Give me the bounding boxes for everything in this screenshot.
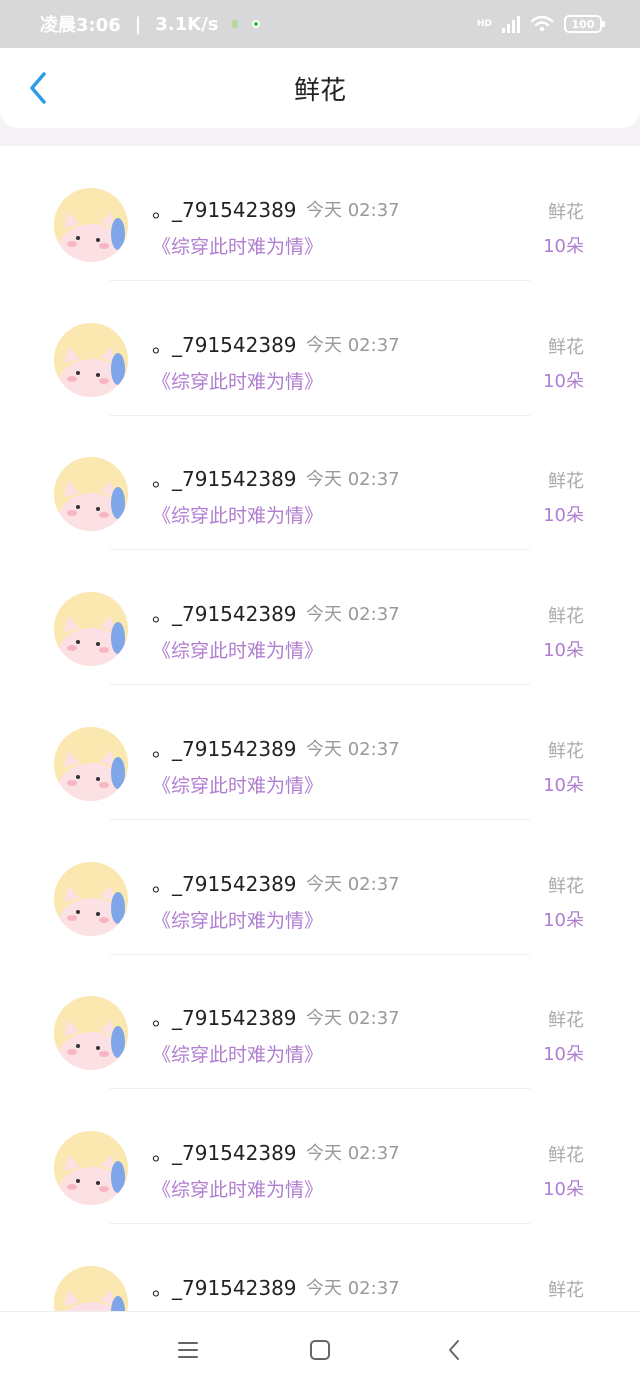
username: 。_791542389 [152, 1006, 297, 1031]
cat-avatar-icon [54, 322, 128, 397]
header: 鲜花 [0, 48, 640, 128]
username: 。_791542389 [152, 736, 297, 761]
username: 。_791542389 [152, 467, 297, 492]
cat-avatar-icon [54, 592, 128, 667]
home-button[interactable] [304, 1334, 336, 1366]
book-title-link[interactable]: 《综穿此时难为情》 [152, 1040, 323, 1067]
timestamp: 今天 02:37 [306, 1008, 400, 1030]
gift-type: 鲜花 [548, 606, 584, 628]
avatar[interactable] [54, 726, 128, 801]
gift-count: 10朵 [543, 236, 584, 257]
gift-record-list[interactable]: 。_791542389 今天 02:37 《综穿此时难为情》 鲜花 10朵 。_… [0, 146, 640, 1311]
timestamp: 今天 02:37 [306, 738, 400, 760]
gift-count: 10朵 [543, 505, 584, 527]
username: 。_791542389 [152, 198, 297, 222]
list-item[interactable]: 。_791542389 今天 02:37 《综穿此时难为情》 鲜花 10朵 [0, 281, 640, 416]
avatar[interactable] [54, 592, 128, 667]
avatar[interactable] [54, 322, 128, 397]
gift-type: 鲜花 [548, 471, 584, 493]
gift-count: 10朵 [543, 370, 584, 392]
cat-avatar-icon [54, 1130, 128, 1205]
status-separator: | [134, 13, 142, 35]
menu-button[interactable] [172, 1334, 204, 1366]
shield-icon [232, 20, 239, 28]
battery-icon: 100 [564, 15, 605, 33]
status-left: 凌晨3:06 | 3.1K/s [40, 11, 261, 37]
username: 。_791542389 [152, 1275, 297, 1300]
timestamp: 今天 02:37 [306, 1277, 400, 1299]
timestamp: 今天 02:37 [306, 200, 400, 221]
cat-avatar-icon [54, 726, 128, 801]
status-bar: 凌晨3:06 | 3.1K/s HD 100 [0, 0, 640, 48]
recording-dot-icon [252, 20, 261, 28]
timestamp: 今天 02:37 [306, 1142, 400, 1164]
menu-icon [178, 1342, 198, 1358]
book-title-link[interactable]: 《综穿此时难为情》 [152, 501, 323, 528]
cat-avatar-icon [54, 1265, 128, 1311]
gift-type: 鲜花 [548, 202, 584, 223]
timestamp: 今天 02:37 [306, 604, 400, 626]
gift-count: 10朵 [543, 909, 584, 931]
back-icon [449, 1340, 459, 1360]
signal-icon [502, 15, 520, 33]
wifi-icon [530, 15, 554, 32]
book-title-link[interactable]: 《综穿此时难为情》 [152, 636, 323, 663]
gift-type: 鲜花 [548, 336, 584, 358]
status-time: 凌晨3:06 [40, 15, 121, 36]
home-icon [310, 1340, 330, 1360]
timestamp: 今天 02:37 [306, 469, 400, 491]
list-item[interactable]: 。_791542389 今天 02:37 《综穿此时难为情》 鲜花 10朵 [0, 550, 640, 686]
timestamp: 今天 02:37 [306, 873, 400, 895]
cat-avatar-icon [54, 457, 128, 532]
back-button[interactable] [18, 68, 58, 108]
network-type: HD [476, 19, 492, 29]
gift-type: 鲜花 [548, 1010, 584, 1032]
gift-type: 鲜花 [548, 1144, 584, 1166]
list-item[interactable]: 。_791542389 今天 02:37 《综穿此时难为情》 鲜花 10朵 [0, 685, 640, 820]
chevron-left-icon [30, 72, 46, 104]
book-title-link[interactable]: 《综穿此时难为情》 [152, 367, 323, 394]
username: 。_791542389 [152, 602, 297, 627]
cat-avatar-icon [54, 996, 128, 1071]
list-item[interactable]: 。_791542389 今天 02:37 鲜花 [0, 1224, 640, 1311]
cat-avatar-icon [54, 188, 128, 262]
gift-count: 10朵 [543, 774, 584, 796]
username: 。_791542389 [152, 871, 297, 896]
avatar[interactable] [54, 188, 128, 262]
system-back-button[interactable] [438, 1334, 470, 1366]
list-item[interactable]: 。_791542389 今天 02:37 《综穿此时难为情》 鲜花 10朵 [0, 954, 640, 1090]
list-item[interactable]: 。_791542389 今天 02:37 《综穿此时难为情》 鲜花 10朵 [0, 146, 640, 281]
avatar[interactable] [54, 457, 128, 532]
gift-count: 10朵 [543, 640, 584, 662]
username: 。_791542389 [152, 332, 297, 357]
gift-count: 10朵 [543, 1178, 584, 1200]
username: 。_791542389 [152, 1140, 297, 1165]
gift-type: 鲜花 [548, 875, 584, 897]
status-speed: 3.1K/s [155, 13, 219, 35]
avatar[interactable] [54, 1130, 128, 1205]
book-title-link[interactable]: 《综穿此时难为情》 [152, 906, 323, 933]
cat-avatar-icon [54, 861, 128, 936]
list-item[interactable]: 。_791542389 今天 02:37 《综穿此时难为情》 鲜花 10朵 [0, 1089, 640, 1224]
gift-type: 鲜花 [548, 740, 584, 762]
battery-level: 100 [571, 17, 595, 31]
gift-count: 10朵 [543, 1044, 584, 1066]
book-title-link[interactable]: 《综穿此时难为情》 [152, 1175, 323, 1202]
timestamp: 今天 02:37 [306, 334, 400, 356]
book-title-link[interactable]: 《综穿此时难为情》 [152, 771, 323, 798]
list-item[interactable]: 。_791542389 今天 02:37 《综穿此时难为情》 鲜花 10朵 [0, 820, 640, 955]
avatar[interactable] [54, 861, 128, 936]
book-title-link[interactable]: 《综穿此时难为情》 [152, 232, 323, 259]
avatar[interactable] [54, 1265, 128, 1311]
list-item[interactable]: 。_791542389 今天 02:37 《综穿此时难为情》 鲜花 10朵 [0, 415, 640, 551]
avatar[interactable] [54, 996, 128, 1071]
status-right: HD 100 [476, 15, 605, 33]
page-title: 鲜花 [293, 75, 346, 106]
system-nav-bar [0, 1311, 640, 1387]
gift-type: 鲜花 [548, 1279, 584, 1301]
